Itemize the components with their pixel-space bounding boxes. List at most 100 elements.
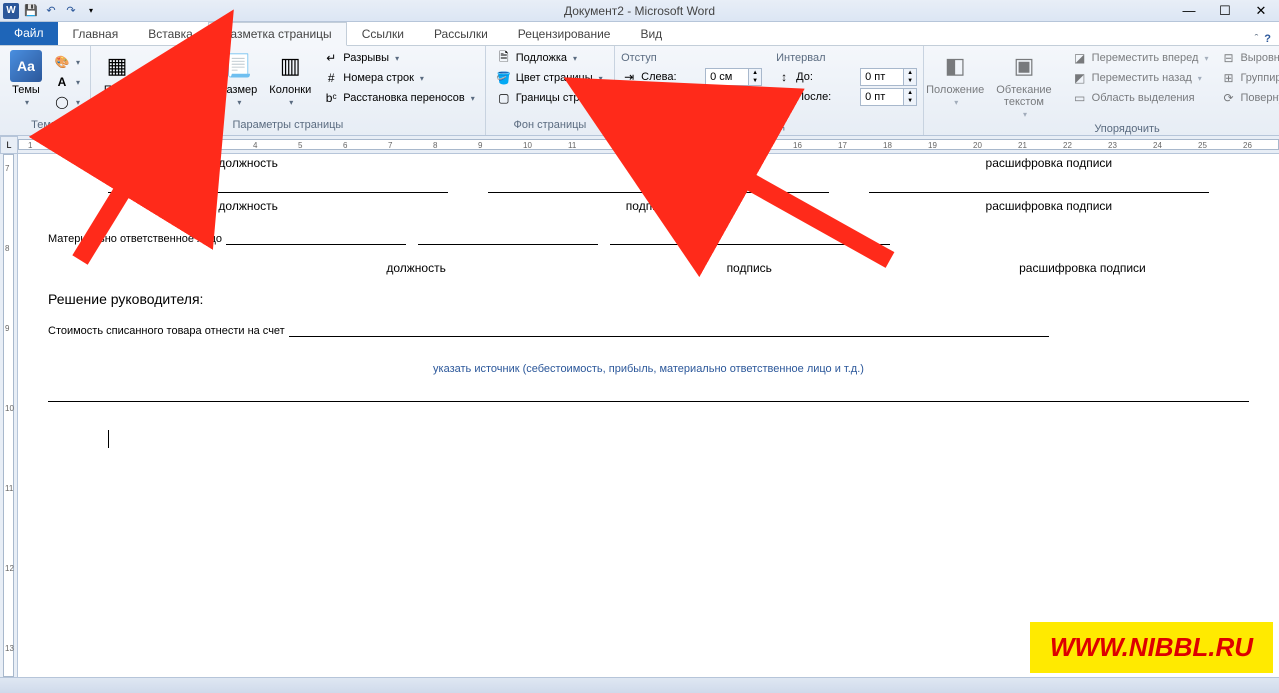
indent-left-icon: ⇥ xyxy=(621,69,637,85)
close-button[interactable]: ✕ xyxy=(1243,0,1279,22)
columns-icon: ▥ xyxy=(274,50,306,82)
indent-right-input[interactable] xyxy=(706,91,748,103)
document-area[interactable]: должность подпись расшифровка подписи до… xyxy=(18,154,1279,677)
spacing-before-icon: ↕ xyxy=(776,69,792,85)
theme-fonts-button[interactable]: A▾ xyxy=(50,72,84,92)
borders-icon: ▢ xyxy=(496,90,512,106)
bring-forward-button[interactable]: ◪Переместить вперед▾ xyxy=(1068,48,1213,68)
spacing-before-input[interactable] xyxy=(861,71,903,83)
group-page-setup: ▦ Поля▾ 📄 Ориентация▾ 📃 Размер▾ ▥ Колонк… xyxy=(91,46,486,135)
spin-down-icon[interactable]: ▼ xyxy=(904,97,916,105)
align-button[interactable]: ⊟Выровнять▾ xyxy=(1216,48,1279,68)
tab-mailings[interactable]: Рассылки xyxy=(419,21,503,45)
ribbon-tabs: Файл Главная Вставка Разметка страницы С… xyxy=(0,22,1279,46)
quick-access-toolbar: W 💾 ↶ ↷ ▾ xyxy=(0,2,100,20)
label-decipher: расшифровка подписи xyxy=(849,154,1249,172)
label-decipher: расшифровка подписи xyxy=(849,197,1249,215)
text-cursor xyxy=(108,430,1249,448)
undo-icon[interactable]: ↶ xyxy=(42,2,60,20)
align-icon: ⊟ xyxy=(1220,50,1236,66)
breaks-icon: ↵ xyxy=(323,50,339,66)
size-button[interactable]: 📃 Размер▾ xyxy=(215,48,261,109)
effects-icon: ◯ xyxy=(54,94,70,110)
label-position: должность xyxy=(48,154,448,172)
spin-down-icon[interactable]: ▼ xyxy=(749,97,761,105)
indent-left-input[interactable] xyxy=(706,71,748,83)
wrap-text-button[interactable]: ▣ Обтекание текстом▾ xyxy=(984,48,1063,121)
group-arrange: ◧ Положение▾ ▣ Обтекание текстом▾ ◪Перем… xyxy=(924,46,1279,135)
spin-up-icon[interactable]: ▲ xyxy=(904,89,916,97)
ruler-corner[interactable]: L xyxy=(0,136,18,154)
maximize-button[interactable]: ☐ xyxy=(1207,0,1243,22)
tab-home[interactable]: Главная xyxy=(58,21,134,45)
spacing-after-spinner[interactable]: ▲▼ xyxy=(860,88,917,106)
cost-line: Стоимость списанного товара отнести на с… xyxy=(48,321,1249,337)
page-borders-button[interactable]: ▢Границы страниц xyxy=(492,88,608,108)
status-bar xyxy=(0,677,1279,693)
page-color-button[interactable]: 🪣Цвет страницы▾ xyxy=(492,68,608,88)
qat-customize-icon[interactable]: ▾ xyxy=(82,2,100,20)
margins-button[interactable]: ▦ Поля▾ xyxy=(97,48,137,109)
position-icon: ◧ xyxy=(939,50,971,82)
minimize-ribbon-icon[interactable]: ˆ xyxy=(1255,33,1259,45)
label-signature: подпись xyxy=(583,259,916,277)
label-position: должность xyxy=(48,197,448,215)
minimize-button[interactable]: — xyxy=(1171,0,1207,22)
themes-icon: Aa xyxy=(10,50,42,82)
send-backward-icon: ◩ xyxy=(1072,70,1088,86)
line-numbers-button[interactable]: #Номера строк▾ xyxy=(319,68,479,88)
spacing-after-input[interactable] xyxy=(861,91,903,103)
help-icon[interactable]: ? xyxy=(1264,33,1271,45)
redo-icon[interactable]: ↷ xyxy=(62,2,80,20)
theme-effects-button[interactable]: ◯▾ xyxy=(50,92,84,112)
save-icon[interactable]: 💾 xyxy=(22,2,40,20)
orientation-icon: 📄 xyxy=(160,50,192,82)
wrap-icon: ▣ xyxy=(1008,50,1040,82)
label-decipher: расшифровка подписи xyxy=(916,259,1249,277)
themes-button[interactable]: Aa Темы ▾ xyxy=(6,48,46,109)
title-bar: W 💾 ↶ ↷ ▾ Документ2 - Microsoft Word — ☐… xyxy=(0,0,1279,22)
send-backward-button[interactable]: ◩Переместить назад▾ xyxy=(1068,68,1213,88)
group-icon: ⊞ xyxy=(1220,70,1236,86)
word-app-icon[interactable]: W xyxy=(2,2,20,20)
spin-up-icon[interactable]: ▲ xyxy=(749,69,761,77)
indent-right-spinner[interactable]: ▲▼ xyxy=(705,88,762,106)
margins-icon: ▦ xyxy=(101,50,133,82)
indent-right-icon: ⇤ xyxy=(621,89,637,105)
ribbon: Aa Темы ▾ 🎨▾ A▾ ◯▾ Темы ▦ Поля▾ 📄 Ориент… xyxy=(0,46,1279,136)
rotate-icon: ⟳ xyxy=(1220,90,1236,106)
spin-down-icon[interactable]: ▼ xyxy=(904,77,916,85)
rotate-button[interactable]: ⟳Повернуть▾ xyxy=(1216,88,1279,108)
tab-insert[interactable]: Вставка xyxy=(133,21,208,45)
theme-colors-button[interactable]: 🎨▾ xyxy=(50,52,84,72)
size-icon: 📃 xyxy=(222,50,254,82)
spin-up-icon[interactable]: ▲ xyxy=(904,69,916,77)
tab-review[interactable]: Рецензирование xyxy=(503,21,626,45)
columns-button[interactable]: ▥ Колонки▾ xyxy=(265,48,315,109)
position-button[interactable]: ◧ Положение▾ xyxy=(930,48,980,109)
vertical-ruler[interactable]: 78910111213 xyxy=(0,154,18,677)
tab-references[interactable]: Ссылки xyxy=(347,21,419,45)
watermark-button[interactable]: 🗎Подложка▾ xyxy=(492,48,608,68)
breaks-button[interactable]: ↵Разрывы▾ xyxy=(319,48,479,68)
tab-page-layout[interactable]: Разметка страницы xyxy=(208,22,347,46)
spin-up-icon[interactable]: ▲ xyxy=(749,89,761,97)
tab-view[interactable]: Вид xyxy=(625,21,677,45)
indent-left-spinner[interactable]: ▲▼ xyxy=(705,68,762,86)
file-tab[interactable]: Файл xyxy=(0,21,58,45)
watermark-icon: 🗎 xyxy=(496,50,512,66)
spacing-before-spinner[interactable]: ▲▼ xyxy=(860,68,917,86)
hyphenation-button[interactable]: bᶜРасстановка переносов▾ xyxy=(319,88,479,108)
spin-down-icon[interactable]: ▼ xyxy=(749,77,761,85)
group-page-background: 🗎Подложка▾ 🪣Цвет страницы▾ ▢Границы стра… xyxy=(486,46,615,135)
hint-text: указать источник (себестоимость, прибыль… xyxy=(48,363,1249,375)
selection-pane-button[interactable]: ▭Область выделения xyxy=(1068,88,1213,108)
group-objects-button[interactable]: ⊞Группировать▾ xyxy=(1216,68,1279,88)
responsible-line: Материально ответственное лицо xyxy=(48,229,1249,245)
label-position: должность xyxy=(250,259,583,277)
bring-forward-icon: ◪ xyxy=(1072,50,1088,66)
label-signature: подпись xyxy=(448,154,848,172)
page-color-icon: 🪣 xyxy=(496,70,512,86)
orientation-button[interactable]: 📄 Ориентация▾ xyxy=(141,48,211,109)
horizontal-ruler[interactable]: 1123456789101112131415161718192021222324… xyxy=(18,136,1279,154)
